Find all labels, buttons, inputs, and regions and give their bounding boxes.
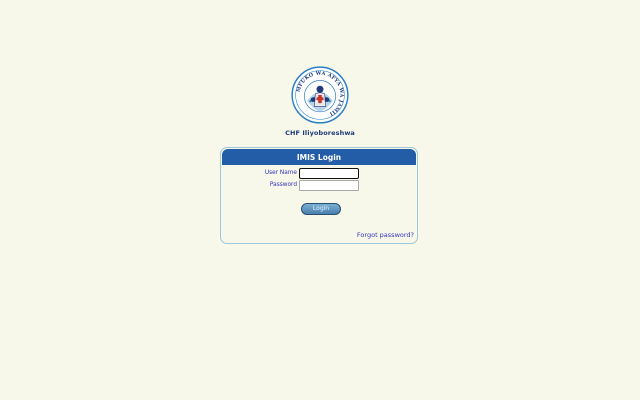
password-label: Password — [269, 182, 297, 188]
username-input[interactable] — [299, 168, 359, 179]
login-button[interactable]: Login — [301, 203, 341, 215]
chf-seal-logo-icon: MFUKO WA AFYA WA JAMII — [291, 66, 349, 124]
login-panel: IMIS Login User Name Password Login Forg… — [220, 147, 418, 244]
login-page: MFUKO WA AFYA WA JAMII CHF Iliyoboreshwa… — [0, 0, 640, 400]
password-row: Password — [221, 180, 417, 192]
forgot-password-link[interactable]: Forgot password? — [357, 231, 414, 239]
username-label: User Name — [264, 170, 297, 176]
logo-area: MFUKO WA AFYA WA JAMII CHF Iliyoboreshwa — [0, 66, 640, 137]
login-title: IMIS Login — [222, 149, 416, 165]
logo-caption: CHF Iliyoboreshwa — [285, 129, 355, 137]
username-row: User Name — [221, 168, 417, 180]
password-input[interactable] — [299, 180, 359, 191]
